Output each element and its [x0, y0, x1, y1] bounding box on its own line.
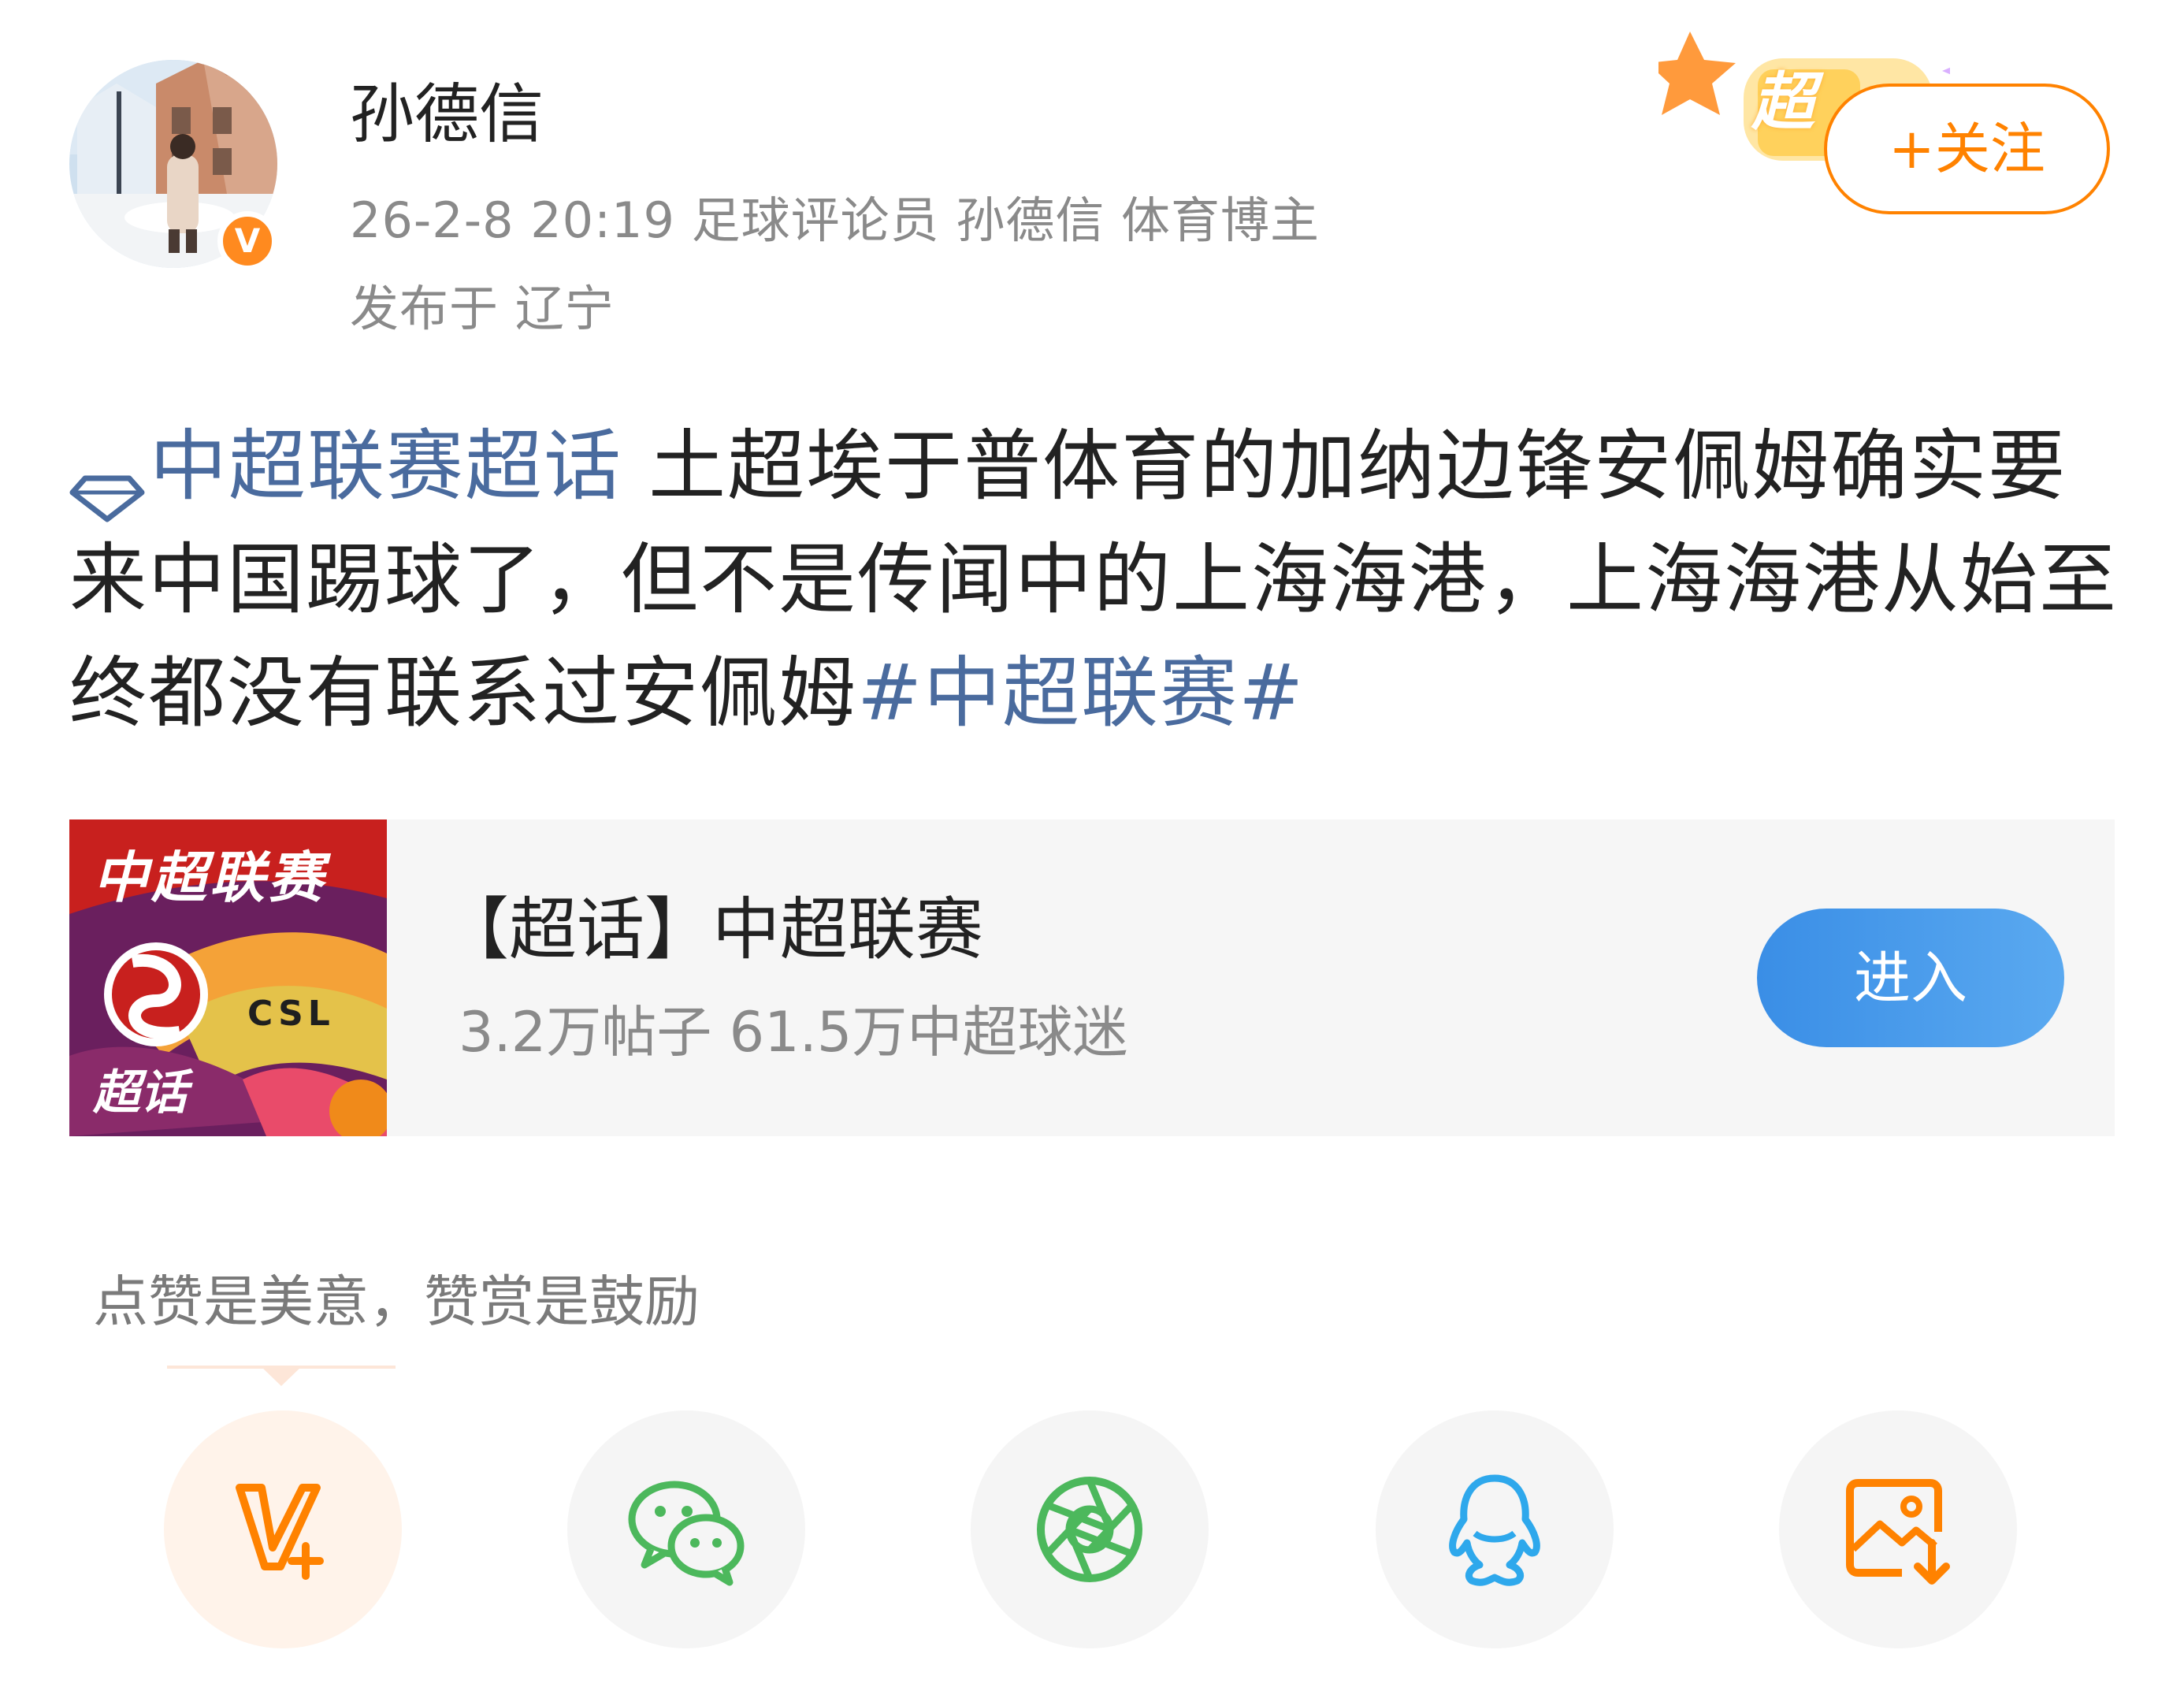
post-meta: 26-2-8 20:19 足球评论员 孙德信 体育博主 [350, 191, 1320, 249]
username[interactable]: 孙德信 [350, 76, 544, 154]
share-save-image-button[interactable] [1779, 1410, 2017, 1648]
qq-icon [1449, 1474, 1540, 1586]
share-vip-button[interactable] [164, 1410, 402, 1648]
super-topic-card[interactable]: 中超联赛 CSL 超话 【超话】中超联赛 3.2万帖子 61.5万中超球迷 进入 [69, 819, 2115, 1143]
hint-pointer [167, 1366, 396, 1389]
post-location: 发布于 辽宁 [350, 280, 615, 337]
post-body: 中超联赛超话 土超埃于普体育的加纳边锋安佩姆确实要来中国踢球了，但不是传闻中的上… [69, 410, 2118, 750]
super-badge: 超 [1751, 65, 1814, 139]
moments-icon [1037, 1477, 1142, 1582]
verified-badge: V [217, 211, 277, 271]
super-topic-diamond-icon [69, 440, 145, 522]
share-qq-button[interactable] [1376, 1410, 1614, 1648]
cover-csl: CSL [247, 994, 335, 1034]
hashtag-link[interactable]: #中超联赛# [857, 648, 1305, 738]
cover-subtitle: 超话 [93, 1065, 188, 1120]
share-wechat-button[interactable] [567, 1410, 805, 1648]
reward-hint: 点赞是美意，赞赏是鼓励 [93, 1269, 700, 1334]
card-stats: 3.2万帖子 61.5万中超球迷 [459, 1000, 1128, 1065]
super-topic-link[interactable]: 中超联赛超话 [150, 422, 622, 511]
share-moments-button[interactable] [971, 1410, 1209, 1648]
vip-plus-icon [236, 1484, 324, 1580]
cover-title: 中超联赛 [93, 845, 326, 910]
wechat-icon [628, 1481, 745, 1586]
follow-button[interactable]: +关注 [1824, 84, 2110, 214]
card-title: 【超话】中超联赛 [441, 890, 983, 969]
save-image-icon [1846, 1479, 1950, 1585]
enter-button[interactable]: 进入 [1757, 909, 2064, 1047]
